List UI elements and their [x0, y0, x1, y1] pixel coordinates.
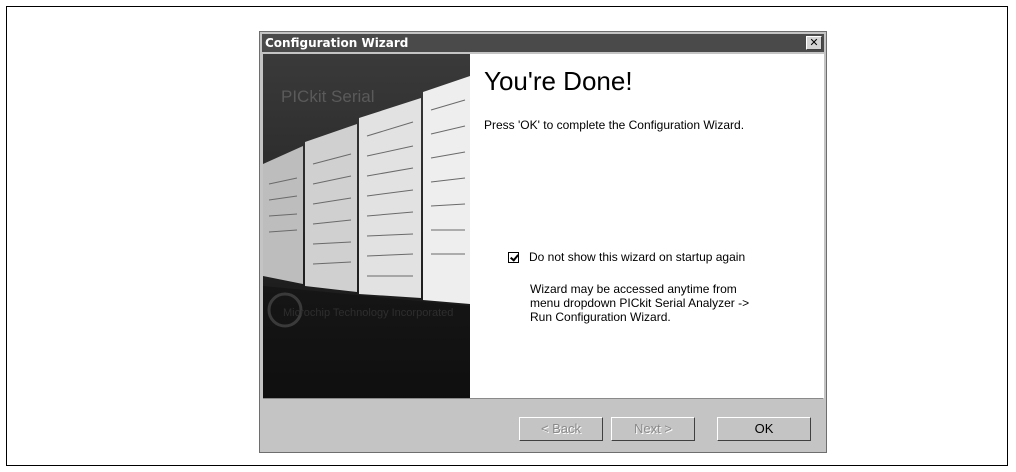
do-not-show-checkbox[interactable] [508, 251, 519, 263]
ok-button[interactable]: OK [717, 417, 811, 441]
close-button[interactable]: ✕ [806, 36, 822, 50]
wizard-side-image: PICkit Serial Microchip Technology Incor… [263, 54, 470, 398]
close-icon: ✕ [809, 36, 819, 49]
next-button[interactable]: Next > [611, 417, 695, 441]
note-line: Wizard may be accessed anytime from [530, 282, 737, 296]
window-title: Configuration Wizard [265, 36, 409, 50]
startup-checkbox-row[interactable]: Do not show this wizard on startup again [508, 250, 745, 264]
company-text: Microchip Technology Incorporated [283, 307, 453, 319]
wizard-content: You're Done! Press 'OK' to complete the … [470, 54, 824, 398]
instruction-text: Press 'OK' to complete the Configuration… [484, 118, 745, 132]
back-button[interactable]: < Back [519, 417, 603, 441]
access-note: Wizard may be accessed anytime from menu… [530, 282, 800, 324]
title-bar: Configuration Wizard ✕ [262, 34, 824, 52]
checkbox-label: Do not show this wizard on startup again [529, 250, 746, 264]
wizard-art-graphic: PICkit Serial Microchip Technology Incor… [263, 54, 470, 398]
button-bar: < Back Next > OK [263, 398, 823, 449]
page-frame: Configuration Wizard ✕ PICkit Serial Mic… [6, 6, 1008, 466]
note-line: Run Configuration Wizard. [530, 310, 671, 324]
configuration-wizard-dialog: Configuration Wizard ✕ PICkit Serial Mic… [259, 31, 827, 453]
brand-text: PICkit Serial [281, 87, 375, 106]
note-line: menu dropdown PICkit Serial Analyzer -> [530, 296, 750, 310]
page-heading: You're Done! [484, 66, 633, 96]
